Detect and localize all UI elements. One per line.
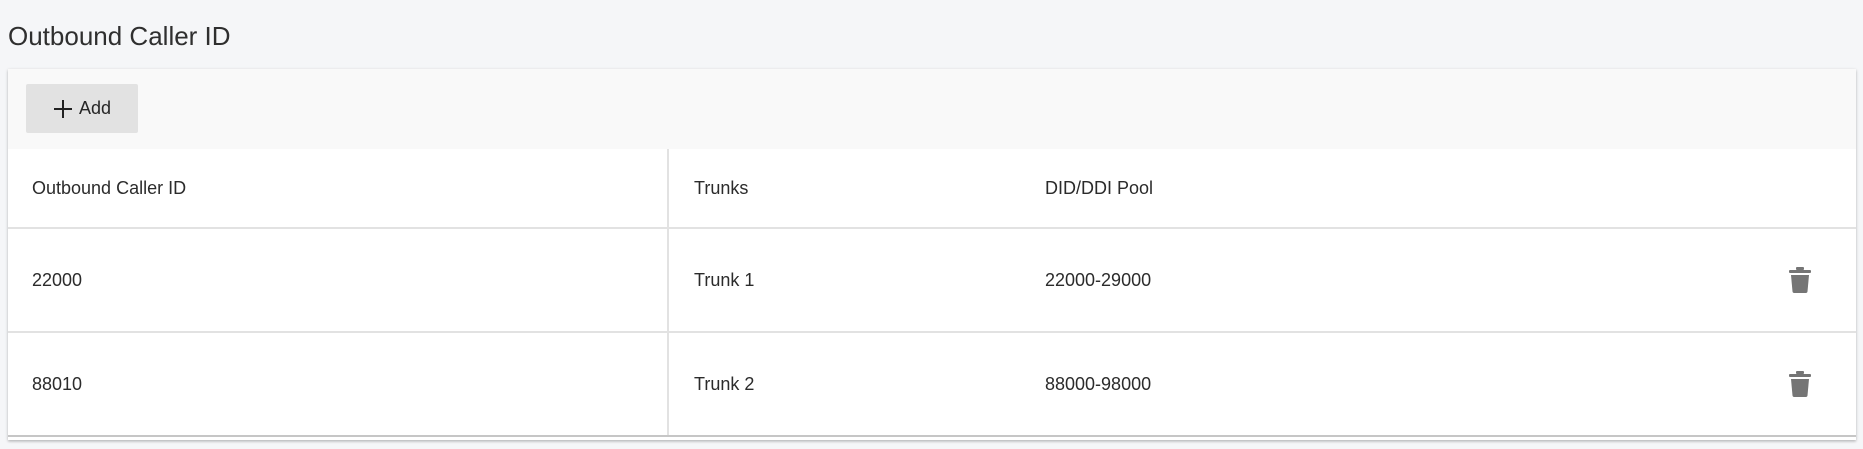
plus-icon — [53, 99, 73, 119]
caller-id-cell: 88010 — [8, 333, 669, 435]
trunk-cell: Trunk 2 — [694, 373, 755, 394]
delete-button[interactable] — [1782, 262, 1818, 298]
action-cell — [1780, 229, 1820, 331]
table-row[interactable]: 88010 Trunk 2 88000-98000 — [8, 333, 1856, 437]
pool-cell: 88000-98000 — [1045, 373, 1152, 394]
toolbar: Add — [8, 69, 1856, 149]
column-header-trunks[interactable]: Trunks — [669, 149, 1021, 227]
trunk-cell: Trunk 1 — [694, 269, 755, 290]
pool-cell: 22000-29000 — [1045, 269, 1152, 290]
caller-id-cell: 22000 — [8, 229, 669, 331]
caller-id-table: Outbound Caller ID Trunks DID/DDI Pool 2… — [8, 149, 1856, 437]
add-button-label: Add — [78, 98, 112, 118]
table-row[interactable]: 22000 Trunk 1 22000-29000 — [8, 229, 1856, 333]
column-header-outbound-caller-id[interactable]: Outbound Caller ID — [8, 149, 669, 227]
add-button[interactable]: Add — [26, 84, 138, 133]
table-header-row: Outbound Caller ID Trunks DID/DDI Pool — [8, 149, 1856, 229]
column-header-did-ddi-pool[interactable]: DID/DDI Pool — [1045, 149, 1545, 227]
trash-icon — [1789, 267, 1811, 293]
trash-icon — [1789, 371, 1811, 397]
action-cell — [1780, 333, 1820, 435]
caller-id-card: Add Outbound Caller ID Trunks DID/DDI Po… — [8, 69, 1856, 440]
page-title: Outbound Caller ID — [8, 21, 231, 51]
delete-button[interactable] — [1782, 366, 1818, 402]
